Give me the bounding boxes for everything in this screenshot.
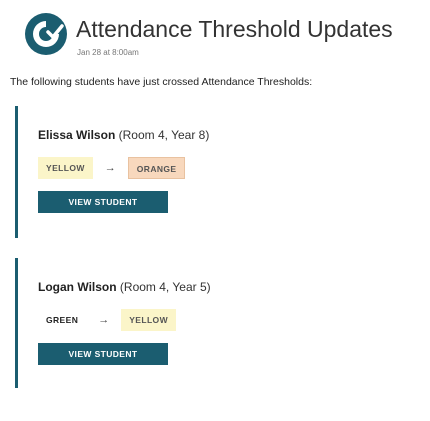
student-card: Logan Wilson (Room 4, Year 5) GREEN → YE… (15, 258, 415, 388)
from-status-badge: GREEN (46, 315, 79, 325)
student-name: Logan Wilson (Room 4, Year 5) (38, 280, 211, 294)
view-student-button[interactable]: VIEW STUDENT (38, 343, 168, 365)
student-first-name: Elissa (38, 128, 73, 142)
student-details: (Room 4, Year 8) (118, 128, 210, 142)
view-student-button[interactable]: VIEW STUDENT (38, 191, 168, 213)
to-status-badge: YELLOW (121, 309, 176, 331)
logo-icon (25, 13, 67, 55)
to-status-badge: ORANGE (127, 157, 186, 179)
header: Attendance Threshold Updates Jan 28 at 8… (24, 10, 414, 58)
student-details: (Room 4, Year 5) (119, 280, 211, 294)
student-last-name: Wilson (76, 128, 116, 142)
from-status-badge: YELLOW (38, 157, 93, 179)
status-transition: YELLOW → ORANGE (38, 157, 186, 179)
timestamp: Jan 28 at 8:00am (77, 48, 139, 57)
arrow-right-icon: → (104, 162, 116, 174)
arrow-right-icon: → (98, 314, 110, 326)
status-transition: GREEN → YELLOW (38, 309, 176, 331)
intro-text: The following students have just crossed… (10, 76, 313, 88)
page-title: Attendance Threshold Updates (76, 16, 393, 42)
student-first-name: Logan (38, 280, 74, 294)
student-card: Elissa Wilson (Room 4, Year 8) YELLOW → … (15, 106, 415, 238)
student-last-name: Wilson (77, 280, 117, 294)
student-name: Elissa Wilson (Room 4, Year 8) (38, 128, 209, 142)
